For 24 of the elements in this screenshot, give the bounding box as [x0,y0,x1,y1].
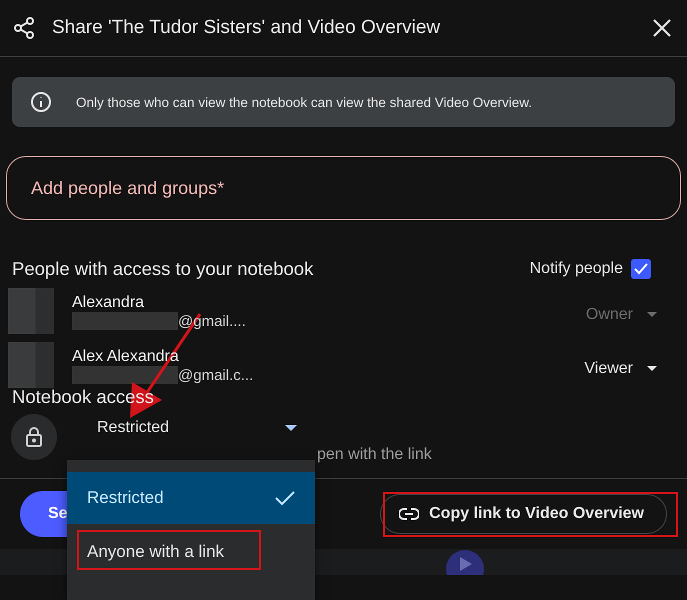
info-icon [30,91,52,113]
link-icon [399,508,420,520]
avatar [8,288,54,334]
avatar [8,342,54,388]
notify-checkbox[interactable] [631,259,651,279]
caret-icon [647,312,657,318]
person-email: @gmail.c... [178,366,254,384]
people-input-field[interactable]: Add people and groups* [6,156,681,220]
caret-icon [285,424,297,432]
role-dropdown[interactable]: Viewer [584,360,657,378]
lock-icon [11,414,57,460]
access-dropdown[interactable]: Restricted [77,416,297,440]
info-text: Only those who can view the notebook can view the shared Video Overview. [76,94,532,110]
close-button[interactable] [651,17,673,39]
check-icon [275,490,295,506]
play-button-icon [445,549,485,575]
share-icon[interactable] [12,16,36,40]
notify-label: Notify people [530,260,623,278]
person-name: Alexandra [72,294,144,312]
menu-item[interactable]: Restricted [67,472,315,524]
caret-icon [647,366,657,372]
dialog-title: Share 'The Tudor Sisters' and Video Overview [52,17,442,39]
access-helper-text: pen with the link [317,446,432,464]
section-heading: People with access to your notebook [12,258,314,280]
